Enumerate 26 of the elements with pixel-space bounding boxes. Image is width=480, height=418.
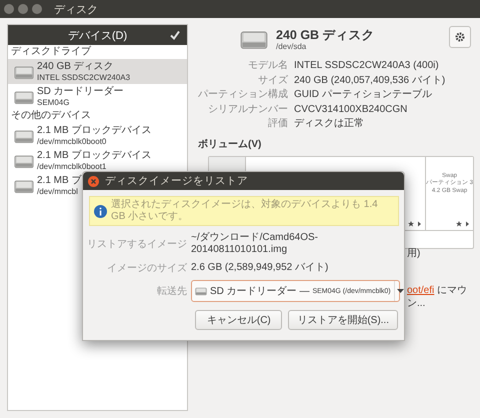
field-label: リストアするイメージ (87, 238, 187, 251)
disk-title: 240 GB ディスク (276, 28, 375, 42)
property-label: シリアルナンバー (207, 104, 288, 116)
property-label: モデル名 (247, 60, 288, 72)
window-title: ディスク (54, 2, 98, 16)
property-value: 240 GB (240,057,409,536 バイト) (294, 74, 446, 87)
property-label: パーティション構成 (198, 89, 288, 102)
field-label: 転送先 (156, 284, 187, 298)
property-label: 評価 (267, 118, 288, 130)
volumes-title: ボリューム(V) (198, 138, 262, 150)
property-label: サイズ (257, 74, 288, 87)
sidebar-title: デバイス(D) (68, 28, 128, 42)
property-value: ディスクは正常 (294, 118, 365, 130)
field-label: イメージのサイズ (106, 262, 187, 275)
mount-text: oot/efi にマウン... (407, 284, 468, 310)
usage-text: 用) (407, 247, 420, 260)
info-message: 選択されたディスクイメージは、対象のデバイスよりも 1.4 GB 小さいです。 (111, 199, 379, 223)
device-path: /dev/sda (276, 42, 308, 50)
group-heading: ディスクドライブ (10, 45, 92, 59)
property-value: CVCV314100XB240CGN (294, 104, 408, 116)
field-value: 2.6 GB (2,589,949,952 バイト) (191, 262, 330, 274)
group-heading: その他のデバイス (10, 109, 92, 123)
field-value: ~/ダウンロード/Camd64OS-20140811010101.img (191, 232, 319, 256)
property-value: GUID パーティションテーブル (294, 89, 433, 102)
property-value: INTEL SSDSC2CW240A3 (400i) (294, 60, 440, 72)
dialog-title: ディスクイメージをリストア (105, 174, 248, 188)
